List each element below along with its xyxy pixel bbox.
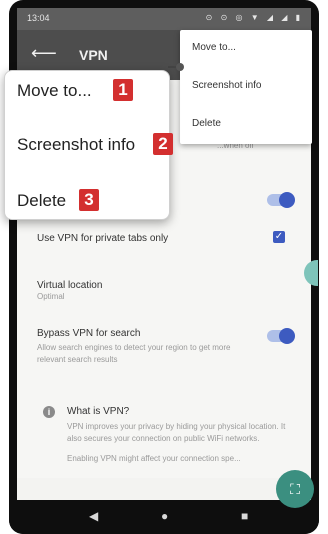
callout-label-move-to: Move to... [17, 81, 92, 100]
bypass-vpn-toggle[interactable] [267, 328, 295, 344]
status-time: 13:04 [27, 13, 50, 23]
vpn-toggle[interactable] [267, 192, 295, 208]
callout-label-delete: Delete [17, 191, 67, 210]
nav-recents-icon[interactable]: ■ [241, 509, 248, 523]
what-is-vpn-title: What is VPN? [67, 406, 130, 417]
toggle-knob [279, 192, 295, 208]
callout-dot [176, 63, 184, 71]
info-icon: i [43, 406, 55, 418]
screenshot-scan-icon[interactable]: ⛶ [276, 470, 314, 508]
callout-zoom: Move to... 1 Screenshot info 2 Delete 3 [4, 70, 173, 220]
menu-item-delete[interactable]: Delete [192, 118, 221, 129]
callout-badge-1: 1 [113, 79, 133, 101]
nav-home-icon[interactable]: ● [161, 509, 168, 523]
context-menu: Move to... Screenshot info Delete [180, 30, 312, 144]
what-is-vpn-footer: Enabling VPN might affect your connectio… [67, 454, 241, 463]
what-is-vpn-section: i What is VPN? VPN improves your privacy… [43, 406, 287, 465]
nav-bar: ◀ ● ■ [9, 500, 319, 534]
callout-label-screenshot-info: Screenshot info [17, 135, 136, 154]
callout-badge-2: 2 [153, 133, 173, 155]
callout-badge-3: 3 [79, 189, 99, 211]
menu-item-move-to[interactable]: Move to... [192, 42, 236, 53]
page-title: VPN [79, 47, 108, 63]
toggle-knob [279, 328, 295, 344]
vpn-private-tabs-label: Use VPN for private tabs only [37, 233, 169, 244]
virtual-location-label: Virtual location [37, 280, 103, 291]
bypass-vpn-description: Allow search engines to detect your regi… [37, 343, 231, 364]
what-is-vpn-body: VPN improves your privacy by hiding your… [67, 422, 286, 443]
bypass-vpn-row: Bypass VPN for search Allow search engin… [37, 328, 257, 366]
menu-item-screenshot-info[interactable]: Screenshot info [192, 80, 262, 91]
vpn-private-tabs-checkbox[interactable]: ✓ [273, 231, 285, 243]
arrow-back-icon[interactable]: ⟵ [31, 43, 57, 64]
virtual-location-value: Optimal [37, 292, 65, 301]
bypass-vpn-label: Bypass VPN for search [37, 328, 141, 339]
status-icons: ⊙ ⊙ ◎ ▼ ◢ ◢ ▮ [205, 13, 303, 22]
virtual-location-row[interactable]: Virtual location Optimal [37, 280, 102, 303]
status-bar: 13:04 ⊙ ⊙ ◎ ▼ ◢ ◢ ▮ [17, 8, 311, 30]
nav-back-icon[interactable]: ◀ [89, 509, 98, 523]
